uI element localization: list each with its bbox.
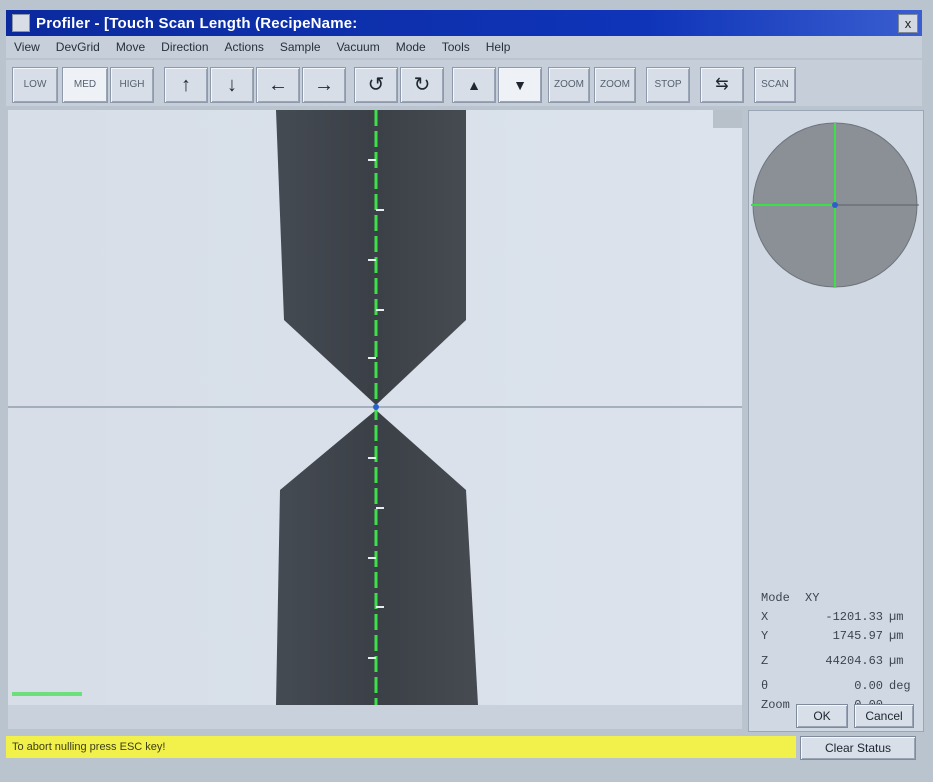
rotate-ccw-button[interactable]: ↺ xyxy=(354,67,398,103)
magnification-med-button[interactable]: MED xyxy=(62,67,108,103)
move-right-button[interactable]: → xyxy=(302,67,346,103)
menu-devgrid[interactable]: DevGrid xyxy=(48,40,108,54)
menu-actions[interactable]: Actions xyxy=(217,40,272,54)
app-icon xyxy=(12,14,30,32)
zoom-out-button[interactable]: ZOOM xyxy=(594,67,636,103)
arrow-up-icon: ↑ xyxy=(181,74,191,96)
menu-move[interactable]: Move xyxy=(108,40,153,54)
menu-direction[interactable]: Direction xyxy=(153,40,216,54)
menu-bar: View DevGrid Move Direction Actions Samp… xyxy=(6,36,922,58)
menu-help[interactable]: Help xyxy=(478,40,519,54)
readout-y: Y 1745.97 µm xyxy=(761,629,904,643)
zoom-in-button[interactable]: ZOOM xyxy=(548,67,590,103)
move-up-button[interactable]: ↑ xyxy=(164,67,208,103)
menu-mode[interactable]: Mode xyxy=(388,40,434,54)
focus-down-button[interactable]: ▼ xyxy=(498,67,542,103)
magnification-low-button[interactable]: LOW xyxy=(12,67,58,103)
swap-icon: ⇆ xyxy=(715,76,729,93)
ok-button[interactable]: OK xyxy=(796,704,848,728)
readout-theta: θ 0.00 deg xyxy=(761,679,911,693)
status-bar: To abort nulling press ESC key! xyxy=(6,736,796,758)
rotate-ccw-icon: ↺ xyxy=(367,74,385,96)
view-status-strip xyxy=(8,705,742,729)
scale-bar xyxy=(12,692,82,696)
scan-button[interactable]: SCAN xyxy=(754,67,796,103)
camera-image xyxy=(8,110,742,705)
menu-tools[interactable]: Tools xyxy=(434,40,478,54)
close-button[interactable]: x xyxy=(898,14,918,33)
camera-view[interactable] xyxy=(8,110,742,705)
side-panel: Mode XY X -1201.33 µm Y 1745.97 µm Z 44204.63 µ… xyxy=(748,110,924,732)
position-readout: Mode XY X -1201.33 µm Y 1745.97 µm Z 44204.63 µ… xyxy=(761,589,911,715)
swap-button[interactable]: ⇆ xyxy=(700,67,744,103)
title-bar[interactable]: Profiler - [Touch Scan Length (RecipeNam… xyxy=(6,10,922,36)
window-title: Profiler - [Touch Scan Length (RecipeNam… xyxy=(36,14,358,32)
readout-x: X -1201.33 µm xyxy=(761,610,904,624)
menu-view[interactable]: View xyxy=(6,40,48,54)
focus-up-button[interactable]: ▲ xyxy=(452,67,496,103)
arrow-left-icon: ← xyxy=(268,74,288,96)
magnification-high-button[interactable]: HIGH xyxy=(110,67,154,103)
toolbar: LOW MED HIGH ↑ ↓ ← → ↺ ↻ ▲ ▼ ZOOM ZOOM S… xyxy=(6,60,922,106)
menu-vacuum[interactable]: Vacuum xyxy=(329,40,388,54)
focus-up-icon: ▲ xyxy=(467,77,481,93)
wafer-map[interactable] xyxy=(749,111,923,311)
stop-button[interactable]: STOP xyxy=(646,67,690,103)
readout-mode: Mode XY xyxy=(761,591,820,605)
rotate-cw-icon: ↻ xyxy=(413,74,431,96)
arrow-down-icon: ↓ xyxy=(227,74,237,96)
clear-status-button[interactable]: Clear Status xyxy=(800,736,916,760)
move-down-button[interactable]: ↓ xyxy=(210,67,254,103)
rotate-cw-button[interactable]: ↻ xyxy=(400,67,444,103)
focus-down-icon: ▼ xyxy=(513,77,527,93)
readout-z: Z 44204.63 µm xyxy=(761,654,904,668)
crosshair-center xyxy=(373,404,379,410)
menu-sample[interactable]: Sample xyxy=(272,40,329,54)
arrow-right-icon: → xyxy=(314,74,334,96)
move-left-button[interactable]: ← xyxy=(256,67,300,103)
screen: Profiler - [Touch Scan Length (RecipeNam… xyxy=(0,0,933,782)
cancel-button[interactable]: Cancel xyxy=(854,704,914,728)
